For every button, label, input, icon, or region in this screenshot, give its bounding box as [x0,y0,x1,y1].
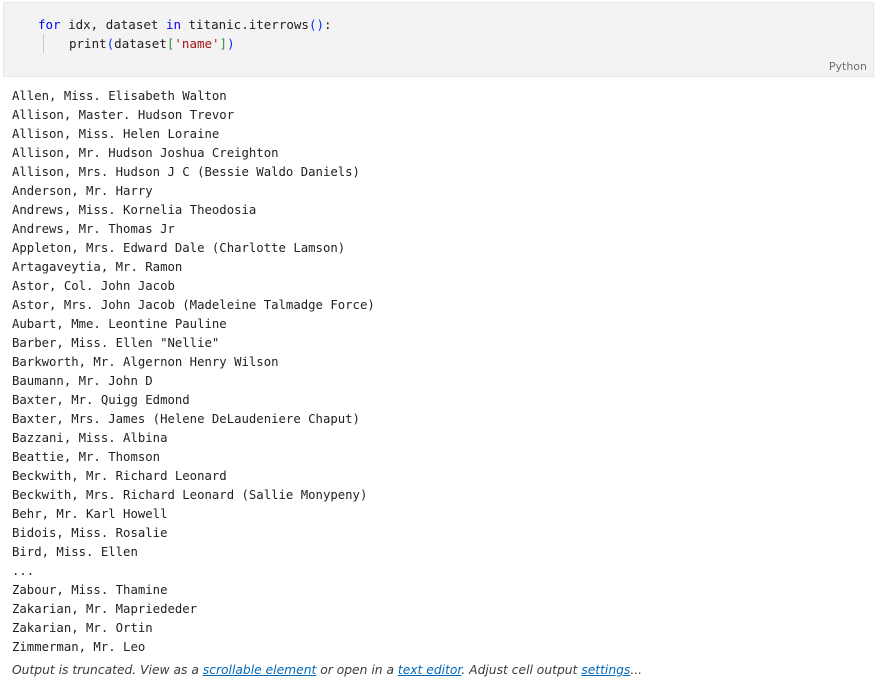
loop-variables: idx, dataset [60,17,166,32]
output-line: Appleton, Mrs. Edward Dale (Charlotte La… [12,241,346,255]
print-function: print [69,36,107,51]
output-line: Allison, Miss. Helen Loraine [12,127,220,141]
string-literal: 'name' [174,36,220,51]
output-line: Beckwith, Mrs. Richard Leonard (Sallie M… [12,488,368,502]
scrollable-element-link[interactable]: scrollable element [203,663,317,677]
output-line: Bidois, Miss. Rosalie [12,526,168,540]
output-line: Zabour, Miss. Thamine [12,583,168,597]
output-line: Allison, Master. Hudson Trevor [12,108,235,122]
keyword-in: in [165,17,181,32]
truncation-after-editor: . Adjust cell output [461,663,582,677]
code-line-1[interactable]: for idx, dataset in titanic.iterrows(): [38,16,332,34]
output-line: Zimmerman, Mr. Leo [12,640,146,654]
code-line-2[interactable]: print(dataset['name']) [69,35,235,53]
output-line: ... [12,564,35,578]
colon: : [324,17,332,32]
keyword-for: for [38,17,61,32]
close-bracket: ] [219,36,228,51]
output-line: Andrews, Miss. Kornelia Theodosia [12,203,257,217]
text-editor-link[interactable]: text editor [398,663,461,677]
output-line: Baxter, Mr. Quigg Edmond [12,393,190,407]
output-line: Zakarian, Mr. Ortin [12,621,153,635]
output-line: Astor, Col. John Jacob [12,279,175,293]
dataset-variable: dataset [114,36,167,51]
output-line: Baxter, Mrs. James (Helene DeLaudeniere … [12,412,360,426]
close-paren: ) [227,36,235,51]
output-line: Andrews, Mr. Thomas Jr [12,222,175,236]
output-line: Anderson, Mr. Harry [12,184,153,198]
output-line: Behr, Mr. Karl Howell [12,507,168,521]
truncation-prefix: Output is truncated. View as a [12,663,203,677]
indent-guide [43,34,44,53]
truncation-notice: Output is truncated. View as a scrollabl… [12,661,642,680]
output-line: Allison, Mrs. Hudson J C (Bessie Waldo D… [12,165,360,179]
output-line: Allen, Miss. Elisabeth Walton [12,89,227,103]
output-line: Artagaveytia, Mr. Ramon [12,260,183,274]
output-line: Astor, Mrs. John Jacob (Madeleine Talmad… [12,298,375,312]
output-line: Bazzani, Miss. Albina [12,431,168,445]
output-line: Zakarian, Mr. Mapriededer [12,602,198,616]
output-line: Beckwith, Mr. Richard Leonard [12,469,227,483]
output-line: Barber, Miss. Ellen "Nellie" [12,336,220,350]
language-label[interactable]: Python [829,60,867,73]
cell-output: Allen, Miss. Elisabeth Walton Allison, Ma… [12,87,375,657]
truncation-suffix: ... [630,663,643,677]
truncation-middle: or open in a [316,663,398,677]
call-parens: () [308,17,324,32]
output-line: Barkworth, Mr. Algernon Henry Wilson [12,355,279,369]
output-line: Allison, Mr. Hudson Joshua Creighton [12,146,279,160]
output-line: Baumann, Mr. John D [12,374,153,388]
output-line: Bird, Miss. Ellen [12,545,138,559]
output-line: Aubart, Mme. Leontine Pauline [12,317,227,331]
iterable-expression: titanic.iterrows [181,17,309,32]
output-line: Beattie, Mr. Thomson [12,450,161,464]
settings-link[interactable]: settings [581,663,630,677]
code-cell[interactable]: for idx, dataset in titanic.iterrows(): … [3,2,874,77]
